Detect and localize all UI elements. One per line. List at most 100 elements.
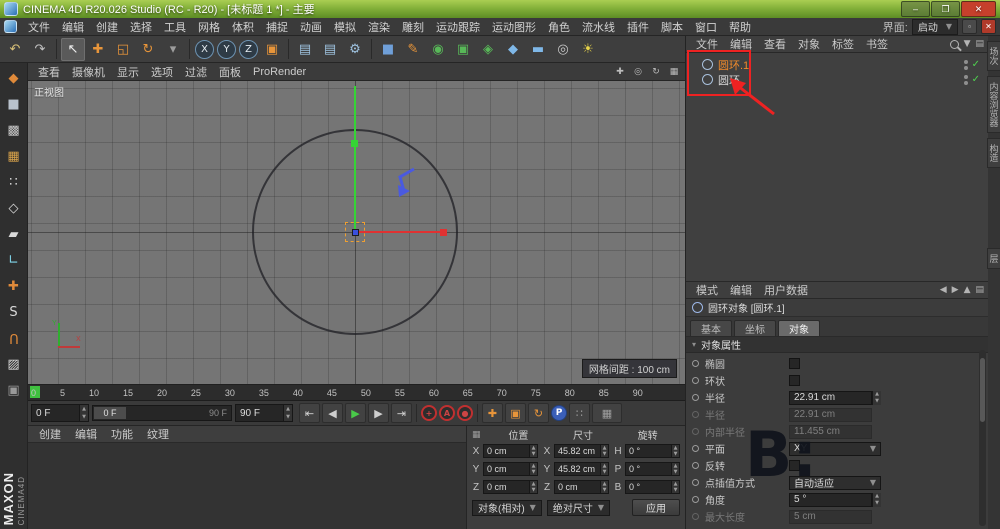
goto-end-button[interactable]: ⇥ bbox=[391, 403, 412, 423]
tab-basic[interactable]: 基本 bbox=[690, 320, 732, 336]
size-y-field[interactable]: 45.82 cm▲▼ bbox=[554, 462, 609, 476]
x-axis-handle[interactable] bbox=[440, 229, 447, 236]
anim-dot-icon[interactable] bbox=[692, 513, 699, 520]
axis-mode-button[interactable]: ✚ bbox=[2, 273, 26, 299]
render-view-button[interactable]: ▤ bbox=[293, 38, 317, 61]
y-axis-gizmo[interactable] bbox=[354, 86, 356, 232]
anim-dot-icon[interactable] bbox=[692, 445, 699, 452]
scale-tool[interactable]: ◱ bbox=[111, 38, 135, 61]
timeline-ruler[interactable]: 051015202530354045505560657075808590 bbox=[28, 385, 685, 401]
browse-icon[interactable]: ▤ bbox=[975, 39, 984, 49]
size-mode-dropdown[interactable]: 绝对尺寸 ▼ bbox=[547, 500, 610, 516]
live-selection-tool[interactable]: ↖ bbox=[61, 38, 85, 61]
anim-dot-icon[interactable] bbox=[692, 394, 699, 401]
play-button[interactable]: ▶ bbox=[345, 403, 366, 423]
viewport-menu-item[interactable]: 面板 bbox=[213, 64, 247, 80]
rotation-p-field[interactable]: 0 °▲▼ bbox=[625, 462, 680, 476]
material-menu-item[interactable]: 纹理 bbox=[140, 426, 176, 442]
forward-icon[interactable]: ▶ bbox=[952, 285, 959, 295]
plane-handle-icon[interactable] bbox=[390, 167, 420, 199]
spinner-icon[interactable]: ▲▼ bbox=[671, 481, 679, 493]
record-pla-toggle[interactable]: ∷ bbox=[569, 403, 590, 423]
inner-radius-row[interactable]: 内部半径 11.455 cm ▲▼ 11.455 cm▼ bbox=[686, 423, 988, 440]
menu-item[interactable]: 渲染 bbox=[362, 18, 396, 35]
menu-item[interactable]: 帮助 bbox=[723, 18, 757, 35]
menu-item[interactable]: 捕捉 bbox=[260, 18, 294, 35]
quantize-button[interactable]: ▨ bbox=[2, 351, 26, 377]
workplane-mode-button[interactable]: ▦ bbox=[2, 143, 26, 169]
angle-row[interactable]: 角度 5 ° ▲▼ 5 °▼ bbox=[686, 491, 988, 508]
keyframe-selection-button[interactable]: ● bbox=[457, 405, 473, 421]
enabled-check-icon[interactable]: ✓ bbox=[972, 74, 980, 85]
y-axis-handle[interactable] bbox=[351, 140, 358, 147]
layout-float-button[interactable]: ▫ bbox=[962, 19, 977, 34]
edges-mode-button[interactable]: ◇ bbox=[2, 195, 26, 221]
rotation-h-field[interactable]: 0 °▲▼ bbox=[625, 444, 680, 458]
coordinate-system-button[interactable]: ▣ bbox=[260, 38, 284, 61]
menu-item[interactable]: 网格 bbox=[192, 18, 226, 35]
position-y-field[interactable]: 0 cm▲▼ bbox=[483, 462, 538, 476]
deformers-button[interactable]: ◆ bbox=[501, 38, 525, 61]
add-primitive-button[interactable]: ■ bbox=[376, 38, 400, 61]
record-position-toggle[interactable]: ✚ bbox=[482, 403, 503, 423]
viewport-menu-item[interactable]: 过滤 bbox=[179, 64, 213, 80]
menu-item[interactable]: 选择 bbox=[124, 18, 158, 35]
redo-button[interactable]: ↷ bbox=[28, 38, 52, 61]
frame-range-slider[interactable]: 0 F 90 F bbox=[92, 405, 232, 421]
menu-item[interactable]: 窗口 bbox=[689, 18, 723, 35]
ring-row[interactable]: 环状 ▲▼ ▼ bbox=[686, 372, 988, 389]
z-axis-lock[interactable]: Z bbox=[239, 40, 258, 59]
anim-dot-icon[interactable] bbox=[692, 496, 699, 503]
prev-frame-button[interactable]: ◀ bbox=[322, 403, 343, 423]
spinner-icon[interactable]: ▲▼ bbox=[79, 405, 88, 421]
light-button[interactable]: ☀ bbox=[576, 38, 600, 61]
spinner-icon[interactable]: ▲▼ bbox=[600, 481, 608, 493]
title-bar[interactable]: CINEMA 4D R20.026 Studio (RC - R20) - [未… bbox=[0, 0, 1000, 18]
visibility-dots-icon[interactable] bbox=[964, 75, 968, 85]
search-icon[interactable] bbox=[950, 40, 959, 49]
side-tab-takes[interactable]: 场次 bbox=[987, 41, 1000, 71]
radius-b-row[interactable]: 半径 22.91 cm ▲▼ 22.91 cm▼ bbox=[686, 406, 988, 423]
anim-dot-icon[interactable] bbox=[692, 377, 699, 384]
modeling-objects-button[interactable]: ▣ bbox=[451, 38, 475, 61]
menu-item[interactable]: 模拟 bbox=[328, 18, 362, 35]
close-button[interactable]: ✕ bbox=[961, 1, 996, 17]
viewport-menu-item[interactable]: 摄像机 bbox=[66, 64, 111, 80]
next-frame-button[interactable]: ▶ bbox=[368, 403, 389, 423]
model-mode-button[interactable]: ■ bbox=[2, 91, 26, 117]
plane-row[interactable]: 平面 XY ▲▼ XY▼ bbox=[686, 440, 988, 457]
object-manager-menu-item[interactable]: 标签 bbox=[826, 36, 860, 52]
menu-item[interactable]: 体积 bbox=[226, 18, 260, 35]
coordinate-mode-dropdown[interactable]: 对象(相对) ▼ bbox=[472, 500, 542, 516]
menu-item[interactable]: 文件 bbox=[22, 18, 56, 35]
apply-button[interactable]: 应用 bbox=[632, 499, 680, 516]
spinner-icon[interactable]: ▲▼ bbox=[529, 445, 537, 457]
end-frame-field[interactable]: 90 F ▲▼ bbox=[235, 404, 293, 422]
spinner-icon[interactable]: ▲▼ bbox=[529, 463, 537, 475]
record-rotation-toggle[interactable]: ↻ bbox=[528, 403, 549, 423]
object-manager-menu-item[interactable]: 书签 bbox=[860, 36, 894, 52]
undo-button[interactable]: ↶ bbox=[3, 38, 27, 61]
render-settings-button[interactable]: ⚙ bbox=[343, 38, 367, 61]
filter-icon[interactable]: ▼ bbox=[964, 39, 971, 49]
size-z-field[interactable]: 0 cm▲▼ bbox=[554, 480, 609, 494]
anim-dot-icon[interactable] bbox=[692, 360, 699, 367]
material-menu-item[interactable]: 编辑 bbox=[68, 426, 104, 442]
rotate-tool[interactable]: ↻ bbox=[136, 38, 160, 61]
menu-item[interactable]: 运动图形 bbox=[486, 18, 542, 35]
x-axis-lock[interactable]: X bbox=[195, 40, 214, 59]
viewport-menu-item[interactable]: 选项 bbox=[145, 64, 179, 80]
y-axis-lock[interactable]: Y bbox=[217, 40, 236, 59]
camera-button[interactable]: ◎ bbox=[551, 38, 575, 61]
menu-item[interactable]: 编辑 bbox=[56, 18, 90, 35]
anim-dot-icon[interactable] bbox=[692, 428, 699, 435]
object-manager-menu-item[interactable]: 对象 bbox=[792, 36, 826, 52]
subdivision-surface-button[interactable]: ◉ bbox=[426, 38, 450, 61]
spinner-icon[interactable]: ▲▼ bbox=[872, 493, 881, 507]
radius-row[interactable]: 半径 22.91 cm ▲▼ 22.91 cm▼ bbox=[686, 389, 988, 406]
spinner-icon[interactable]: ▲▼ bbox=[283, 405, 292, 421]
attribute-value-field[interactable]: 5 ° bbox=[789, 493, 872, 507]
move-tool[interactable]: ✚ bbox=[86, 38, 110, 61]
position-z-field[interactable]: 0 cm▲▼ bbox=[483, 480, 538, 494]
spinner-icon[interactable]: ▲▼ bbox=[671, 445, 679, 457]
